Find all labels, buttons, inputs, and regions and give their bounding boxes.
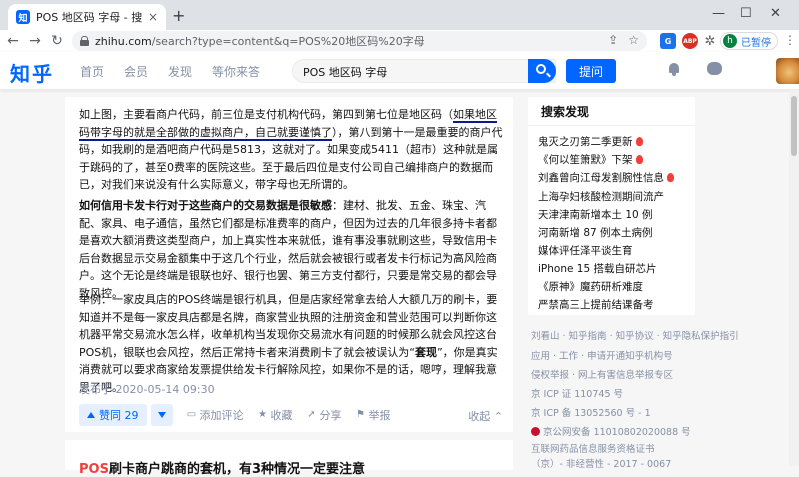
footer-links-3[interactable]: 侵权举报 · 网上有害信息举报专区 — [531, 367, 701, 381]
fire-icon — [635, 137, 643, 146]
main-nav: 首页 会员 发现 等你来答 — [80, 63, 280, 80]
publish-time[interactable]: 发布于 2020-05-14 09:30 — [79, 381, 215, 397]
page-scrollbar[interactable] — [789, 90, 799, 466]
browser-tab[interactable]: 知 POS 地区码 字母 - 搜索结果 - 知 × — [8, 4, 166, 30]
scrollbar-thumb[interactable] — [791, 96, 797, 156]
flag-icon: ⚑ — [356, 409, 365, 420]
adblock-extension-icon[interactable]: ABP — [682, 33, 698, 49]
nav-home[interactable]: 首页 — [80, 63, 104, 80]
zhihu-header: 知乎 首页 会员 发现 等你来答 POS 地区码 字母 提问 — [0, 52, 799, 90]
search-input[interactable]: POS 地区码 字母 — [292, 59, 556, 83]
sidebar-item[interactable]: 《原神》魔药研析难度 — [538, 279, 643, 294]
browser-menu-icon[interactable]: ⋮ — [784, 33, 796, 47]
extensions-puzzle-icon[interactable]: ✲ — [702, 33, 718, 49]
profile-button[interactable]: h 已暂停 — [720, 32, 778, 50]
star-icon: ★ — [258, 409, 267, 420]
downvote-button[interactable] — [150, 404, 173, 426]
collapse-button[interactable]: 收起 ⌃ — [468, 408, 503, 424]
answer-card: 如上图，主要看商户代码，前三位是支付机构代码，第四到第七位是地区码（如果地区码带… — [65, 97, 513, 432]
translate-extension-icon[interactable]: G — [660, 33, 676, 49]
footer-drug-cert[interactable]: 互联网药品信息服务资格证书 — [531, 441, 701, 455]
ask-button[interactable]: 提问 — [566, 59, 616, 83]
sidebar-item[interactable]: 鬼灭之刃第二季更新 — [538, 134, 643, 149]
answer-paragraph-2: 如何信用卡发卡行对于这些商户的交易数据是很敏感：建材、批发、五金、珠宝、汽配、家… — [79, 199, 497, 300]
comment-icon: ▭ — [186, 409, 197, 420]
sidebar-item[interactable]: 严禁高三上提前结课备考 — [538, 297, 654, 312]
forward-arrow-icon[interactable]: → — [24, 33, 46, 49]
tab-title: POS 地区码 字母 - 搜索结果 - 知 — [36, 11, 142, 24]
upvote-button[interactable]: 赞同 29 — [79, 404, 147, 426]
upvote-arrow-icon — [87, 412, 95, 418]
fire-icon — [635, 155, 643, 164]
footer-drug-cert-no: （京）- 非经营性 - 2017 - 0067 — [531, 459, 672, 470]
report-button[interactable]: ⚑ 举报 — [356, 407, 390, 423]
sidebar-item[interactable]: 天津津南新增本土 10 例 — [538, 207, 653, 222]
comment-button[interactable]: ▭ 添加评论 — [187, 407, 244, 423]
police-badge-icon — [531, 427, 540, 436]
notification-bell-icon[interactable] — [667, 62, 681, 76]
footer-links-1[interactable]: 刘看山 · 知乎指南 · 知乎协议 · 知乎隐私保护指引 — [531, 328, 739, 342]
url-path: /search?type=content&q=POS%20地区码%20字母 — [151, 35, 425, 48]
fire-icon — [667, 173, 674, 182]
share-icon: ➚ — [307, 409, 316, 420]
sidebar-item[interactable]: 媒体评任泽平谈生育 — [538, 243, 633, 258]
reload-icon[interactable]: ↻ — [46, 33, 68, 49]
nav-vip[interactable]: 会员 — [124, 63, 148, 80]
browser-toolbar: ← → ↻ zhihu.com /search?type=content&q=P… — [0, 30, 799, 52]
answer-actions: 赞同 29 ▭ 添加评论 ★ 收藏 ➚ 分享 ⚑ 举报 收起 ⌃ — [79, 404, 503, 426]
footer-icp-record[interactable]: 京 ICP 备 13052560 号 - 1 — [531, 405, 701, 419]
sidebar-item[interactable]: 河南新增 87 例本土病例 — [538, 225, 653, 240]
maximize-button[interactable]: ☐ — [740, 6, 752, 21]
nav-explore[interactable]: 发现 — [168, 63, 192, 80]
sidebar-item[interactable]: iPhone 15 搭载自研芯片 — [538, 261, 656, 276]
lock-icon[interactable] — [80, 36, 89, 46]
next-result-title[interactable]: POS刷卡商户跳商的套机，有3种情况一定要注意 — [79, 458, 365, 477]
favorite-button[interactable]: ★ 收藏 — [258, 407, 292, 423]
footer-icp-license[interactable]: 京 ICP 证 110745 号 — [531, 386, 701, 400]
nav-waiting[interactable]: 等你来答 — [212, 63, 260, 80]
avatar[interactable] — [776, 58, 799, 84]
url-host: zhihu.com — [95, 34, 152, 48]
sidebar-item[interactable]: 《何以笙箫默》下架 — [538, 152, 643, 167]
zhihu-favicon-icon: 知 — [16, 10, 30, 24]
search-icon — [536, 64, 546, 74]
sidebar-title: 搜索发现 — [541, 105, 590, 119]
minimize-button[interactable]: — — [712, 6, 725, 21]
sidebar-item[interactable]: 上海孕妇核酸检测期间流产 — [538, 189, 664, 204]
search-button[interactable] — [528, 59, 556, 83]
message-icon[interactable] — [707, 62, 722, 75]
search-discovery-card: 搜索发现 鬼灭之刃第二季更新 《何以笙箫默》下架 刘鑫曾向江母发割腕性信息 上海… — [528, 97, 695, 315]
sidebar-item[interactable]: 刘鑫曾向江母发割腕性信息 — [538, 170, 674, 185]
share-page-icon[interactable]: ⇪ — [608, 33, 618, 47]
profile-status: 已暂停 — [741, 37, 771, 49]
back-arrow-icon[interactable]: ← — [2, 33, 24, 49]
share-button[interactable]: ➚ 分享 — [307, 407, 341, 423]
close-window-button[interactable]: ✕ — [770, 6, 781, 21]
footer-police-record[interactable]: 京公网安备 11010802020088 号 — [531, 424, 701, 438]
profile-avatar: h — [723, 34, 737, 48]
tab-close-icon[interactable]: × — [148, 10, 158, 24]
footer-links-2[interactable]: 应用 · 工作 · 申请开通知乎机构号 — [531, 348, 701, 362]
divider — [528, 125, 695, 126]
new-tab-button[interactable]: + — [172, 6, 185, 25]
bookmark-star-icon[interactable]: ☆ — [628, 33, 639, 47]
browser-tab-bar: 知 POS 地区码 字母 - 搜索结果 - 知 × + — ☐ ✕ — [0, 0, 799, 30]
address-bar[interactable]: zhihu.com /search?type=content&q=POS%20地… — [72, 31, 647, 51]
zhihu-logo[interactable]: 知乎 — [10, 58, 54, 87]
answer-paragraph-1: 如上图，主要看商户代码，前三位是支付机构代码，第四到第七位是地区码（如果地区码带… — [79, 108, 503, 191]
